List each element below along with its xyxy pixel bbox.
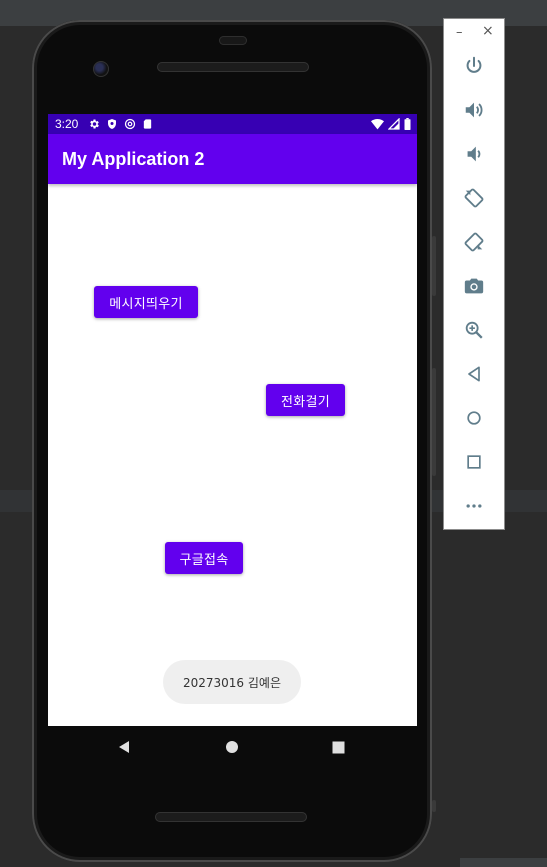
toolbar-back-button[interactable] — [460, 360, 488, 388]
ide-bottom-corner — [460, 858, 547, 867]
more-icon — [466, 504, 482, 508]
camera-icon — [464, 278, 484, 294]
zoom-button[interactable] — [460, 316, 488, 344]
wifi-icon — [371, 118, 384, 130]
nav-recents-button[interactable] — [327, 736, 349, 758]
screenshot-button[interactable] — [460, 272, 488, 300]
toolbar-more-button[interactable] — [460, 492, 488, 520]
overview-icon — [467, 455, 481, 469]
google-button[interactable]: 구글접속 — [165, 542, 243, 574]
proximity-sensor — [219, 36, 247, 45]
nav-home-button[interactable] — [221, 736, 243, 758]
sd-card-icon — [143, 119, 152, 129]
toolbar-overview-button[interactable] — [460, 448, 488, 476]
zoom-icon — [465, 321, 483, 339]
volume-up-button[interactable] — [460, 96, 488, 124]
close-button[interactable]: × — [482, 23, 494, 39]
device-screen: 3:20 My Application 2 메시지띄우기 전화걸기 구글접속 2… — [48, 114, 417, 726]
back-icon — [119, 741, 129, 753]
status-time: 3:20 — [55, 117, 79, 131]
signal-icon — [388, 118, 400, 130]
home-icon — [226, 741, 238, 753]
rotate-left-icon — [464, 188, 484, 208]
rotate-right-button[interactable] — [460, 228, 488, 256]
at-sign-icon — [124, 118, 136, 130]
back-icon — [468, 366, 480, 382]
toolbar-home-button[interactable] — [460, 404, 488, 432]
power-icon — [466, 56, 482, 73]
rotate-right-icon — [464, 232, 484, 252]
emulator-toolbar: – × — [443, 18, 505, 530]
phone-side-notch — [432, 800, 436, 812]
home-icon — [467, 411, 481, 425]
status-notification-icons — [88, 116, 153, 132]
status-system-icons — [371, 116, 411, 132]
minimize-button[interactable]: – — [456, 25, 463, 40]
status-bar: 3:20 — [48, 114, 417, 134]
phone-power-key — [432, 236, 436, 296]
battery-icon — [404, 118, 411, 130]
rotate-left-button[interactable] — [460, 184, 488, 212]
emulator-toolbar-header: – × — [444, 19, 504, 47]
volume-down-button[interactable] — [460, 140, 488, 168]
show-message-button[interactable]: 메시지띄우기 — [94, 286, 198, 318]
app-bar: My Application 2 — [48, 134, 417, 184]
volume-up-icon — [465, 102, 483, 118]
volume-down-icon — [467, 146, 481, 162]
toast-message: 20273016 김예은 — [163, 660, 301, 704]
shield-icon — [108, 119, 116, 129]
app-title: My Application 2 — [62, 149, 205, 169]
call-button[interactable]: 전화걸기 — [266, 384, 345, 416]
bottom-speaker — [155, 812, 307, 822]
front-camera — [93, 61, 109, 77]
settings-icon — [90, 119, 99, 129]
nav-back-button[interactable] — [113, 736, 135, 758]
phone-volume-key — [432, 368, 436, 476]
navigation-bar — [48, 726, 417, 768]
earpiece-speaker — [157, 62, 309, 72]
power-button[interactable] — [460, 52, 488, 80]
recents-icon — [332, 741, 344, 753]
